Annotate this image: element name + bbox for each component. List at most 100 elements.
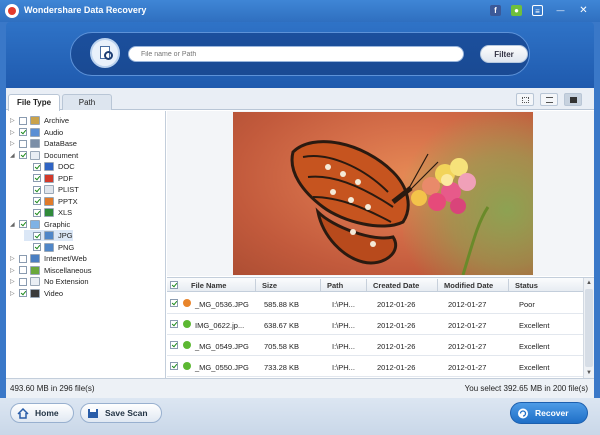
tree-checkbox[interactable] bbox=[33, 162, 41, 171]
tree-checkbox[interactable] bbox=[19, 128, 27, 136]
tree-item[interactable]: ▷ No Extension bbox=[10, 276, 89, 287]
app-title: Wondershare Data Recovery bbox=[24, 5, 147, 15]
cell-created: 2012-01-26 bbox=[377, 363, 416, 372]
cell-modified: 2012-01-27 bbox=[448, 300, 487, 309]
footer-bar: Home Save Scan Recover bbox=[0, 398, 600, 435]
expand-icon[interactable]: ▷ bbox=[10, 129, 19, 136]
tree-checkbox[interactable] bbox=[33, 243, 41, 251]
expand-icon[interactable]: ▷ bbox=[10, 140, 19, 147]
main-panel: File Type Path ▷ Archive ▷ Audio ▷ DataBase ◢ D… bbox=[6, 88, 594, 398]
row-checkbox[interactable] bbox=[170, 320, 178, 328]
tree-item-label: PPTX bbox=[58, 196, 78, 206]
column-created-date[interactable]: Created Date bbox=[373, 281, 419, 290]
tree-item[interactable]: ▷ Audio bbox=[10, 127, 63, 138]
column-status[interactable]: Status bbox=[515, 281, 538, 290]
table-row[interactable]: _MG_0549.JPG 705.58 KB I:\PH... 2012-01-26 2… bbox=[167, 335, 583, 356]
tree-item[interactable]: ◢ Graphic bbox=[10, 219, 70, 230]
expand-icon[interactable]: ▷ bbox=[10, 117, 19, 124]
tree-checkbox[interactable] bbox=[19, 254, 27, 263]
expand-icon[interactable]: ▷ bbox=[10, 255, 19, 262]
tree-item-label: DataBase bbox=[44, 139, 77, 148]
column-modified-date[interactable]: Modified Date bbox=[444, 281, 493, 290]
expand-icon[interactable]: ▷ bbox=[10, 278, 19, 285]
search-header: Filter bbox=[6, 22, 594, 88]
tree-checkbox[interactable] bbox=[19, 277, 27, 286]
recover-button[interactable]: Recover bbox=[510, 402, 588, 424]
cell-status: Excellent bbox=[519, 321, 550, 330]
detail-view-button[interactable] bbox=[564, 93, 582, 106]
scroll-up-icon[interactable]: ▲ bbox=[584, 278, 594, 288]
tree-item[interactable]: PLIST bbox=[24, 184, 79, 195]
search-input[interactable] bbox=[128, 46, 464, 62]
home-button[interactable]: Home bbox=[10, 403, 74, 423]
file-type-icon bbox=[30, 277, 40, 286]
tree-checkbox[interactable] bbox=[33, 185, 41, 194]
row-checkbox[interactable] bbox=[170, 299, 178, 307]
tree-item[interactable]: JPG bbox=[24, 230, 73, 241]
cell-status: Excellent bbox=[519, 363, 550, 372]
file-type-icon bbox=[30, 288, 40, 298]
tree-checkbox[interactable] bbox=[19, 116, 27, 125]
chat-icon[interactable]: ● bbox=[511, 5, 522, 16]
thumbnail-view-button[interactable] bbox=[516, 93, 534, 106]
tree-item[interactable]: ▷ Internet/Web bbox=[10, 253, 87, 264]
file-type-icon bbox=[30, 254, 40, 263]
row-checkbox[interactable] bbox=[170, 362, 178, 370]
tree-checkbox[interactable] bbox=[33, 197, 41, 205]
select-all-checkbox[interactable] bbox=[170, 281, 178, 289]
tree-checkbox[interactable] bbox=[19, 139, 27, 148]
scroll-down-icon[interactable]: ▼ bbox=[584, 368, 594, 378]
expand-icon[interactable]: ▷ bbox=[10, 267, 19, 274]
table-scrollbar[interactable]: ▲ ▼ bbox=[583, 278, 594, 378]
tree-item[interactable]: DOC bbox=[24, 161, 75, 172]
save-scan-label: Save Scan bbox=[105, 408, 148, 418]
menu-icon[interactable]: ≡ bbox=[532, 5, 543, 16]
tree-item[interactable]: ▷ Archive bbox=[10, 115, 69, 126]
list-view-button[interactable] bbox=[540, 93, 558, 106]
tree-item[interactable]: PDF bbox=[24, 173, 73, 184]
table-header: File Name Size Path Created Date Modifie… bbox=[167, 278, 583, 292]
tree-item[interactable]: PNG bbox=[24, 242, 74, 253]
expand-icon[interactable]: ◢ bbox=[10, 152, 19, 159]
tree-item[interactable]: ▷ Miscellaneous bbox=[10, 265, 92, 276]
column-path[interactable]: Path bbox=[327, 281, 343, 290]
save-scan-button[interactable]: Save Scan bbox=[80, 403, 162, 423]
tree-item[interactable]: ◢ Document bbox=[10, 150, 78, 161]
tree-checkbox[interactable] bbox=[19, 266, 27, 274]
row-checkbox[interactable] bbox=[170, 341, 178, 349]
table-row[interactable]: IMG_0622.jp... 638.67 KB I:\PH... 2012-01-2… bbox=[167, 314, 583, 335]
scroll-thumb[interactable] bbox=[585, 289, 593, 367]
close-icon[interactable]: ✕ bbox=[578, 5, 589, 16]
tree-checkbox[interactable] bbox=[33, 208, 41, 217]
tree-item-label: Audio bbox=[44, 127, 64, 137]
tab-path[interactable]: Path bbox=[62, 94, 112, 110]
file-type-icon bbox=[30, 116, 40, 125]
tree-item[interactable]: XLS bbox=[24, 207, 72, 218]
tree-item-label: Internet/Web bbox=[44, 254, 87, 263]
file-table: File Name Size Path Created Date Modifie… bbox=[167, 277, 594, 378]
tree-checkbox[interactable] bbox=[19, 151, 27, 159]
tree-checkbox[interactable] bbox=[33, 174, 41, 182]
table-row[interactable]: _MG_0550.JPG 733.28 KB I:\PH... 2012-01-26 2… bbox=[167, 356, 583, 377]
cell-name: _MG_0550.JPG bbox=[195, 363, 249, 372]
tree-checkbox[interactable] bbox=[19, 289, 27, 297]
table-row[interactable]: _MG_0536.JPG 585.88 KB I:\PH... 2012-01-26 2… bbox=[167, 293, 583, 314]
facebook-icon[interactable]: f bbox=[490, 5, 501, 16]
tree-item-label: Graphic bbox=[44, 219, 71, 229]
cell-path: I:\PH... bbox=[332, 300, 355, 309]
tree-checkbox[interactable] bbox=[19, 220, 27, 228]
cell-modified: 2012-01-27 bbox=[448, 363, 487, 372]
minimize-icon[interactable]: — bbox=[555, 5, 566, 16]
tree-item-label: Document bbox=[44, 150, 79, 160]
column-file-name[interactable]: File Name bbox=[191, 281, 226, 290]
tab-file-type[interactable]: File Type bbox=[8, 94, 60, 111]
expand-icon[interactable]: ◢ bbox=[10, 221, 19, 228]
tree-item[interactable]: ▷ DataBase bbox=[10, 138, 77, 149]
expand-icon[interactable]: ▷ bbox=[10, 290, 19, 297]
tree-item[interactable]: ▷ Video bbox=[10, 288, 63, 299]
column-size[interactable]: Size bbox=[262, 281, 277, 290]
filter-button[interactable]: Filter bbox=[480, 45, 528, 63]
tree-checkbox[interactable] bbox=[33, 231, 41, 240]
tree-item[interactable]: PPTX bbox=[24, 196, 78, 207]
file-type-tree: ▷ Archive ▷ Audio ▷ DataBase ◢ Document DOC PDF PL… bbox=[6, 111, 166, 398]
